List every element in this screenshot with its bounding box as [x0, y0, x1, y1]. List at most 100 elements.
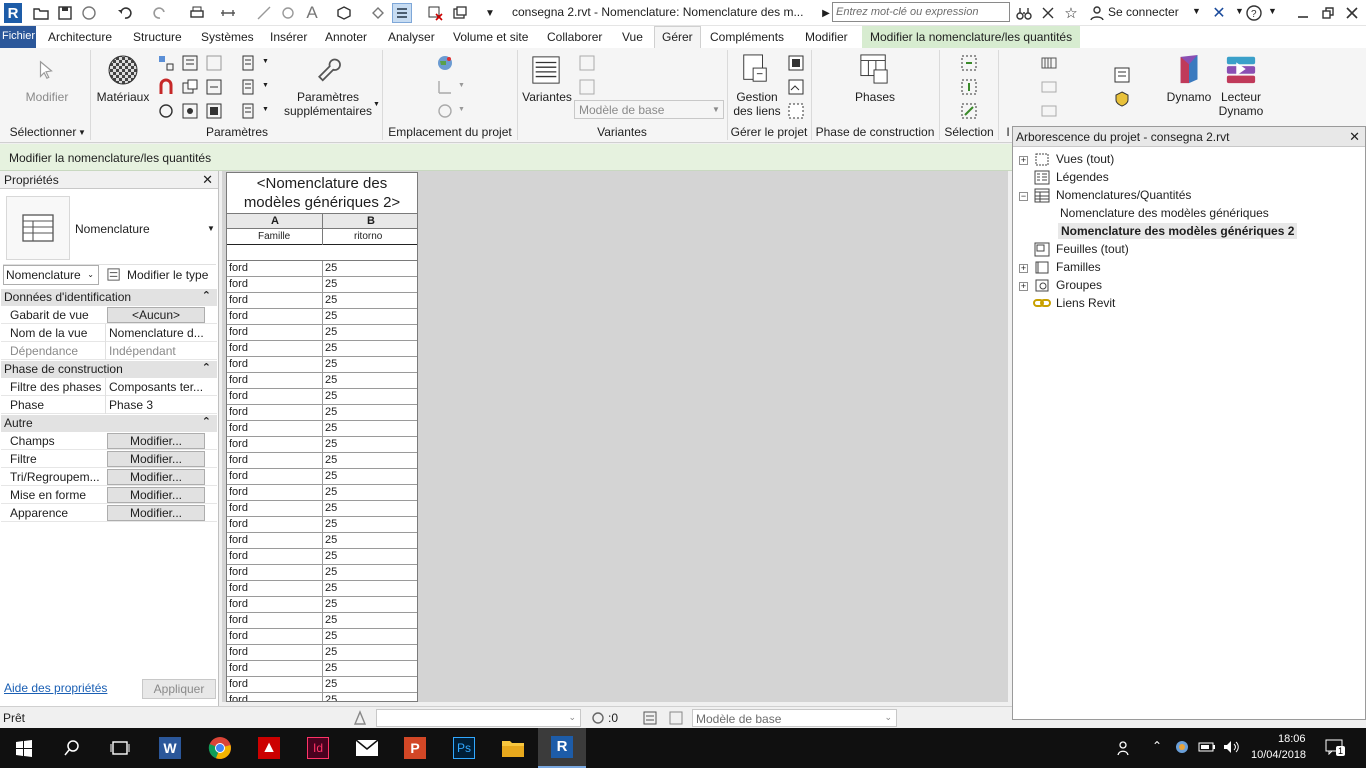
view-name-field[interactable]: Nomenclature d...	[105, 324, 205, 342]
collapse-icon[interactable]: ⌃	[202, 289, 211, 302]
schedule-title[interactable]: <Nomenclature des modèles génériques 2>	[227, 174, 417, 212]
table-row[interactable]: ford 25	[227, 389, 417, 405]
cell-ritorno[interactable]: 25	[325, 614, 337, 626]
3d-view-icon[interactable]	[334, 3, 354, 23]
text-icon[interactable]: A	[302, 3, 322, 23]
group-phasing[interactable]: Phase de construction ⌃	[1, 361, 217, 378]
cell-family[interactable]: ford	[229, 630, 248, 642]
modify-button[interactable]: Modifier	[18, 90, 76, 104]
panel-schedules-icon[interactable]	[241, 102, 259, 120]
acrobat-icon[interactable]: ▲	[245, 728, 293, 768]
indesign-icon[interactable]: Id	[294, 728, 342, 768]
select-dropdown-icon[interactable]: ▼	[78, 128, 86, 137]
tab-view[interactable]: Vue	[622, 30, 643, 44]
design-option-status-select[interactable]: Modèle de base ⌄	[692, 709, 897, 727]
cell-family[interactable]: ford	[229, 454, 248, 466]
formatting-edit-button[interactable]: Modifier...	[107, 487, 205, 503]
cell-family[interactable]: ford	[229, 406, 248, 418]
edit-selection-icon[interactable]	[960, 102, 978, 120]
cell-family[interactable]: ford	[229, 694, 248, 701]
schedule-table[interactable]: <Nomenclature des modèles génériques 2> …	[226, 172, 418, 702]
inquiry-icon[interactable]	[1040, 102, 1058, 120]
table-row[interactable]: ford 25	[227, 357, 417, 373]
cell-ritorno[interactable]: 25	[325, 598, 337, 610]
load-selection-icon[interactable]	[960, 78, 978, 96]
table-row[interactable]: ford 25	[227, 341, 417, 357]
cell-ritorno[interactable]: 25	[325, 470, 337, 482]
collapse-icon[interactable]: ⌃	[202, 415, 211, 428]
close-hidden-icon[interactable]	[425, 3, 445, 23]
help-dropdown-icon[interactable]: ▼	[1268, 6, 1277, 16]
decal-types-icon[interactable]	[787, 78, 805, 96]
table-row[interactable]: ford 25	[227, 629, 417, 645]
phase-field[interactable]: Phase 3	[105, 396, 205, 414]
start-button[interactable]	[0, 728, 48, 768]
location-globe-icon[interactable]	[436, 54, 454, 72]
browser-item-schedules[interactable]: Nomenclatures/Quantités	[1056, 188, 1191, 202]
close-icon[interactable]: ✕	[202, 172, 213, 188]
browser-item-sheets[interactable]: Feuilles (tout)	[1056, 242, 1129, 256]
dimension-icon[interactable]	[254, 3, 274, 23]
table-row[interactable]: ford 25	[227, 469, 417, 485]
dropdown-arrow-icon[interactable]: ▼	[262, 106, 269, 113]
cell-ritorno[interactable]: 25	[325, 326, 337, 338]
appearance-edit-button[interactable]: Modifier...	[107, 505, 205, 521]
filter-edit-button[interactable]: Modifier...	[107, 451, 205, 467]
table-row[interactable]: ford 25	[227, 421, 417, 437]
browser-item-revit-links[interactable]: Liens Revit	[1056, 296, 1115, 310]
table-row[interactable]: ford 25	[227, 597, 417, 613]
close-icon[interactable]: ✕	[1349, 129, 1360, 145]
design-option-select[interactable]: Modèle de base	[574, 100, 724, 119]
tab-architecture[interactable]: Architecture	[48, 30, 112, 44]
section-icon[interactable]	[368, 3, 388, 23]
task-view-icon[interactable]	[96, 728, 144, 768]
clock-date[interactable]: 10/04/2018	[1251, 749, 1306, 761]
cell-family[interactable]: ford	[229, 422, 248, 434]
cell-ritorno[interactable]: 25	[325, 550, 337, 562]
design-option-dropdown-icon[interactable]: ▼	[712, 105, 720, 114]
apply-button[interactable]: Appliquer	[142, 679, 216, 699]
expand-icon[interactable]: +	[1019, 282, 1028, 291]
cell-family[interactable]: ford	[229, 278, 248, 290]
workset-icon[interactable]	[352, 710, 368, 726]
collapse-icon[interactable]: −	[1019, 192, 1028, 201]
tab-analyze[interactable]: Analyser	[388, 30, 435, 44]
binoculars-icon[interactable]	[1014, 3, 1034, 23]
search-input[interactable]: Entrez mot-clé ou expression	[832, 2, 1010, 22]
table-row[interactable]: ford 25	[227, 437, 417, 453]
table-row[interactable]: ford 25	[227, 277, 417, 293]
select-group-label[interactable]: Sélectionner	[6, 125, 80, 139]
browser-item-legends[interactable]: Légendes	[1056, 170, 1109, 184]
chrome-icon[interactable]	[196, 728, 244, 768]
sync-icon[interactable]	[79, 3, 99, 23]
cell-family[interactable]: ford	[229, 262, 248, 274]
help-icon[interactable]: ?	[1244, 3, 1264, 23]
view-template-button[interactable]: <Aucun>	[107, 307, 205, 323]
tab-modify-schedule[interactable]: Modifier la nomenclature/les quantités	[862, 26, 1081, 48]
macro-manager-icon[interactable]	[1113, 66, 1131, 84]
search-icon[interactable]	[48, 728, 96, 768]
cell-family[interactable]: ford	[229, 390, 248, 402]
tab-massing-site[interactable]: Volume et site	[453, 30, 528, 44]
browser-item-views[interactable]: Vues (tout)	[1056, 152, 1114, 166]
cell-ritorno[interactable]: 25	[325, 278, 337, 290]
cell-family[interactable]: ford	[229, 374, 248, 386]
browser-item-schedule-2[interactable]: Nomenclature des modèles génériques 2	[1058, 223, 1298, 239]
manage-links-icon[interactable]	[739, 52, 771, 86]
cell-ritorno[interactable]: 25	[325, 406, 337, 418]
photoshop-icon[interactable]: Ps	[440, 728, 488, 768]
materials-button[interactable]: Matériaux	[95, 90, 151, 104]
dropdown-arrow-icon[interactable]: ▼	[262, 82, 269, 89]
minimize-icon[interactable]	[1293, 3, 1313, 23]
edit-type-button[interactable]: Modifier le type	[105, 266, 217, 285]
tab-addins[interactable]: Compléments	[710, 30, 784, 44]
global-parameters-icon[interactable]	[181, 102, 199, 120]
column-letter-b[interactable]: B	[367, 215, 375, 227]
table-row[interactable]: ford 25	[227, 645, 417, 661]
restore-icon[interactable]	[1318, 3, 1338, 23]
dynamo-icon[interactable]	[1174, 52, 1206, 86]
coordinates-icon[interactable]	[436, 78, 454, 96]
cell-family[interactable]: ford	[229, 502, 248, 514]
close-window-icon[interactable]	[1342, 3, 1362, 23]
table-row[interactable]: ford 25	[227, 373, 417, 389]
